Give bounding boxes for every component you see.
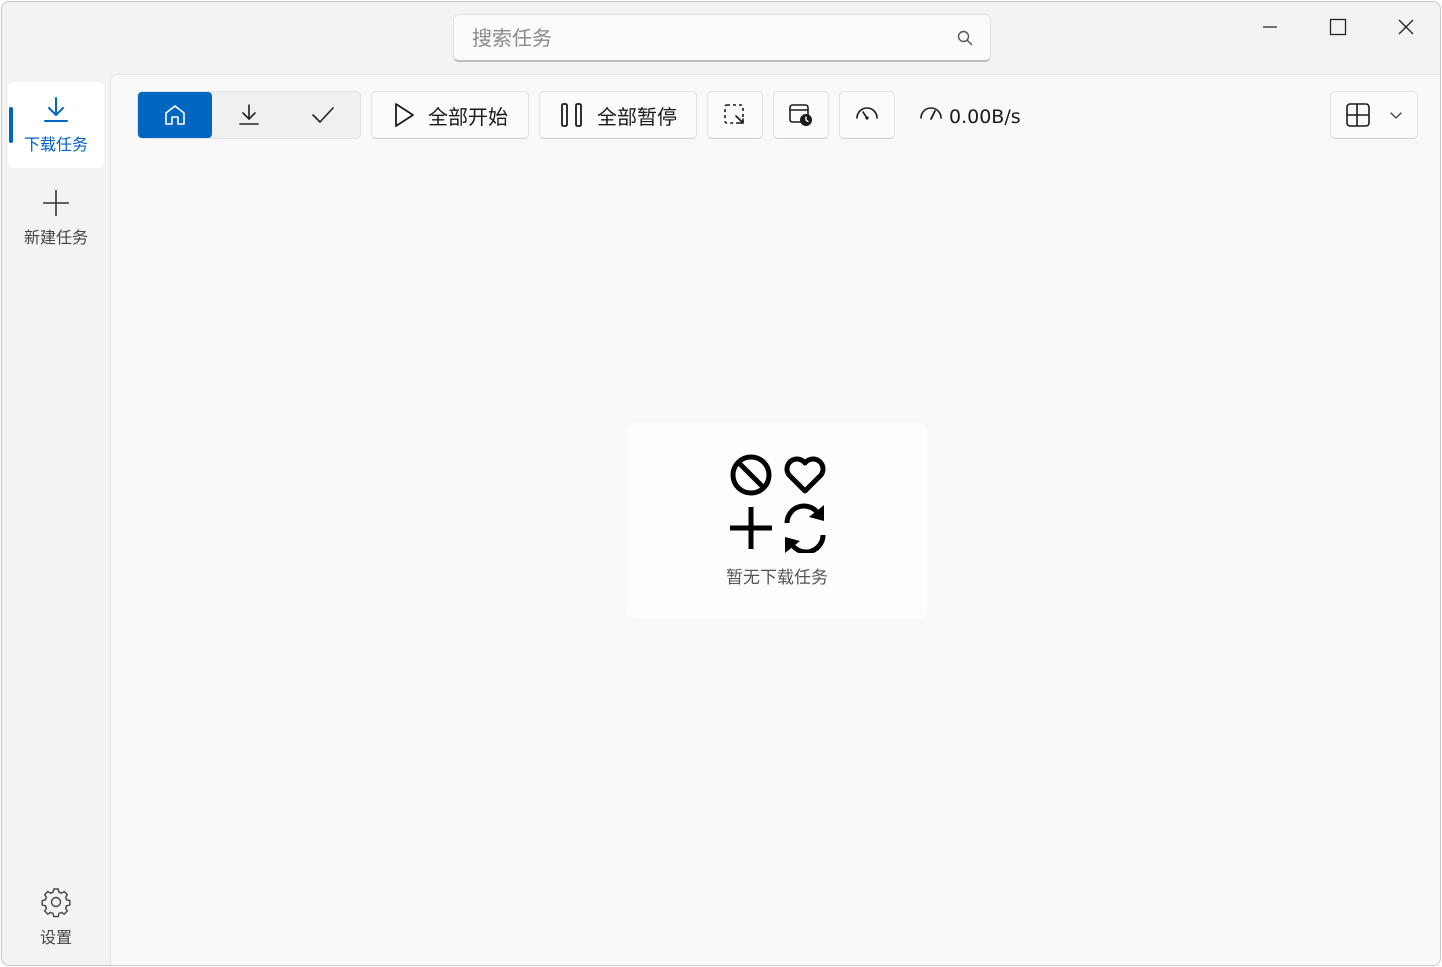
start-all-label: 全部开始 xyxy=(428,104,508,129)
download-speed: 0.00B/s xyxy=(919,103,1021,131)
filter-downloading-button[interactable] xyxy=(212,92,286,138)
pause-all-button[interactable]: 全部暂停 xyxy=(539,91,697,139)
filter-segmented-control xyxy=(137,91,361,139)
empty-state-icons xyxy=(730,454,826,553)
calendar-clock-icon xyxy=(789,104,812,126)
speed-gauge-icon xyxy=(920,107,942,120)
selection-icon xyxy=(724,104,744,124)
speed-limit-button[interactable] xyxy=(839,91,895,139)
minimize-button[interactable] xyxy=(1247,8,1293,46)
layout-grid-icon xyxy=(1346,103,1370,127)
refresh-icon xyxy=(784,503,826,553)
close-icon xyxy=(1398,19,1414,35)
settings-label: 设置 xyxy=(39,928,72,947)
maximize-icon xyxy=(1329,18,1347,36)
schedule-button[interactable] xyxy=(773,91,829,139)
pause-icon xyxy=(561,103,582,127)
gear-icon xyxy=(41,888,71,918)
select-button[interactable] xyxy=(707,91,763,139)
nav-item-new-task[interactable]: 新建任务 xyxy=(8,175,104,261)
nav-item-settings[interactable]: 设置 xyxy=(8,874,104,960)
speed-value: 0.00B/s xyxy=(949,106,1021,128)
home-icon xyxy=(165,105,185,125)
plus-icon xyxy=(43,190,69,216)
nav-item-label: 新建任务 xyxy=(23,228,88,247)
minimize-icon xyxy=(1263,26,1277,28)
app-window: 下载任务 新建任务 设置 xyxy=(1,1,1441,966)
heart-icon xyxy=(784,456,826,494)
search-input[interactable] xyxy=(472,25,956,50)
close-button[interactable] xyxy=(1383,8,1429,46)
check-icon xyxy=(312,107,334,123)
download-icon xyxy=(44,97,68,122)
search-icon[interactable] xyxy=(956,29,974,47)
active-indicator xyxy=(9,107,13,143)
filter-completed-button[interactable] xyxy=(286,92,360,138)
filter-all-button[interactable] xyxy=(138,92,212,138)
empty-state-card: 暂无下载任务 xyxy=(627,423,927,619)
main-content: 全部开始 全部暂停 0.00B/s 暂无下载任务 xyxy=(110,74,1440,965)
prohibited-icon xyxy=(730,454,772,496)
maximize-button[interactable] xyxy=(1315,8,1361,46)
layout-dropdown[interactable] xyxy=(1330,91,1418,139)
chevron-down-icon xyxy=(1390,112,1402,119)
search-box[interactable] xyxy=(453,14,991,62)
nav-item-downloads[interactable]: 下载任务 xyxy=(8,82,104,168)
pause-all-label: 全部暂停 xyxy=(597,104,677,129)
side-navigation: 下载任务 新建任务 设置 xyxy=(2,74,110,965)
empty-state-text: 暂无下载任务 xyxy=(726,568,828,588)
start-all-button[interactable]: 全部开始 xyxy=(371,91,529,139)
download-icon xyxy=(239,104,259,125)
plus-icon xyxy=(730,507,772,549)
nav-item-label: 下载任务 xyxy=(23,135,88,154)
speedometer-icon xyxy=(856,107,878,120)
play-icon xyxy=(395,103,414,127)
